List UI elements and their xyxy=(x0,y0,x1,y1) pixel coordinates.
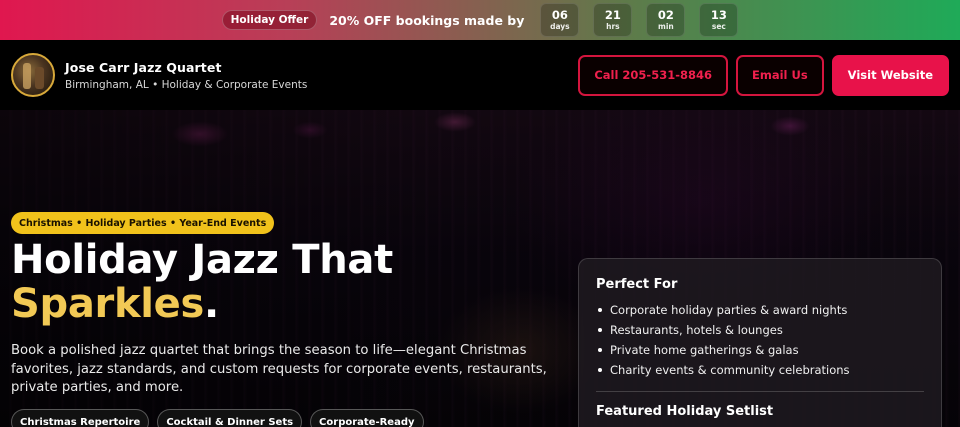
brand-subtitle: Birmingham, AL • Holiday & Corporate Eve… xyxy=(65,78,308,91)
call-button[interactable]: Call 205-531-8846 xyxy=(578,54,728,96)
countdown-hours: 21 hrs xyxy=(593,3,633,37)
card-heading: Perfect For xyxy=(596,277,678,292)
promo-bar: Holiday Offer 20% OFF bookings made by 0… xyxy=(0,0,960,40)
setlist-heading: Featured Holiday Setlist xyxy=(596,404,774,419)
countdown-minutes: 02 min xyxy=(646,3,686,37)
countdown-value: 21 xyxy=(604,7,621,22)
email-button[interactable]: Email Us xyxy=(736,54,824,96)
countdown-unit: hrs xyxy=(606,21,620,31)
event-tag: Christmas • Holiday Parties • Year-End E… xyxy=(11,212,275,234)
divider xyxy=(596,391,924,392)
hero-title-line1: Holiday Jazz That xyxy=(11,237,393,283)
avatar[interactable] xyxy=(11,53,55,97)
countdown-unit: days xyxy=(550,21,570,31)
list-item: Restaurants, hotels & lounges xyxy=(596,320,924,340)
countdown-unit: min xyxy=(658,21,674,31)
chip-cocktail-dinner-sets: Cocktail & Dinner Sets xyxy=(157,409,303,427)
promo-text: 20% OFF bookings made by xyxy=(329,12,525,28)
chip-christmas-repertoire: Christmas Repertoire xyxy=(11,409,150,427)
perfect-for-card: Perfect For Corporate holiday parties & … xyxy=(578,258,942,427)
hero-description: Book a polished jazz quartet that brings… xyxy=(11,343,547,395)
promo-badge: Holiday Offer xyxy=(221,10,318,30)
countdown-unit: sec xyxy=(711,21,726,31)
list-item: Corporate holiday parties & award nights xyxy=(596,300,924,320)
header-actions: Call 205-531-8846 Email Us Visit Website xyxy=(578,54,949,96)
site-header: Jose Carr Jazz Quartet Birmingham, AL • … xyxy=(0,40,960,110)
countdown-value: 02 xyxy=(657,7,674,22)
countdown-days: 06 days xyxy=(540,3,580,37)
hero-title-end: . xyxy=(204,281,219,327)
hero-title: Holiday Jazz That Sparkles. xyxy=(11,238,393,326)
hero-section: Christmas • Holiday Parties • Year-End E… xyxy=(0,110,960,427)
countdown-value: 13 xyxy=(710,7,727,22)
list-item: Private home gatherings & galas xyxy=(596,340,924,360)
list-item: Charity events & community celebrations xyxy=(596,360,924,380)
brand: Jose Carr Jazz Quartet Birmingham, AL • … xyxy=(65,60,307,91)
visit-website-button[interactable]: Visit Website xyxy=(831,54,949,96)
perfect-for-list: Corporate holiday parties & award nights… xyxy=(596,300,924,380)
hero-title-accent: Sparkles xyxy=(11,281,205,327)
chip-corporate-ready: Corporate-Ready xyxy=(310,409,424,427)
brand-name[interactable]: Jose Carr Jazz Quartet xyxy=(65,60,307,75)
countdown-seconds: 13 sec xyxy=(699,3,739,37)
countdown-value: 06 xyxy=(551,7,568,22)
feature-chips: Christmas Repertoire Cocktail & Dinner S… xyxy=(11,409,424,427)
